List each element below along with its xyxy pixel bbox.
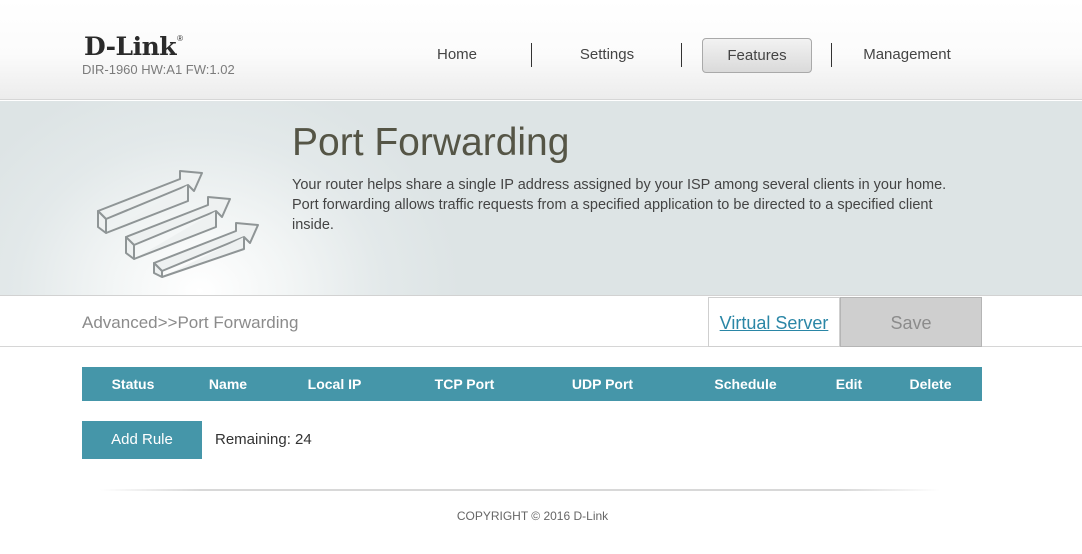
column-header-schedule: Schedule [714, 376, 777, 392]
sub-toolbar: Advanced>>Port Forwarding Virtual Server… [0, 297, 1082, 347]
port-forwarding-arrows-icon [97, 170, 259, 278]
nav-divider [681, 43, 682, 67]
nav-home[interactable]: Home [382, 38, 532, 73]
footer-divider [100, 489, 940, 491]
add-rule-button[interactable]: Add Rule [82, 421, 202, 459]
nav-features[interactable]: Features [702, 38, 812, 73]
remaining-count: Remaining: 24 [215, 431, 312, 448]
column-header-tcp-port: TCP Port [434, 376, 495, 392]
page-banner: Port Forwarding Your router helps share … [0, 101, 1082, 296]
rules-table-header: Status Name Local IP TCP Port UDP Port S… [82, 367, 982, 401]
column-header-status: Status [111, 376, 155, 392]
column-header-delete: Delete [909, 376, 952, 392]
save-button[interactable]: Save [840, 297, 982, 347]
breadcrumb: Advanced>>Port Forwarding [82, 313, 299, 332]
copyright: COPYRIGHT © 2016 D-Link [456, 509, 609, 523]
dlink-logo: D-Link® [84, 32, 183, 61]
column-header-local-ip: Local IP [307, 376, 362, 392]
nav-management[interactable]: Management [832, 38, 982, 73]
header: D-Link® DIR-1960 HW:A1 FW:1.02 Home Sett… [0, 0, 1082, 100]
column-header-name: Name [208, 376, 248, 392]
page-title: Port Forwarding [292, 121, 570, 164]
column-header-edit: Edit [835, 376, 863, 392]
column-header-udp-port: UDP Port [571, 376, 634, 392]
nav-settings[interactable]: Settings [532, 38, 682, 73]
page-description: Your router helps share a single IP addr… [292, 177, 947, 233]
device-model: DIR-1960 HW:A1 FW:1.02 [82, 62, 235, 77]
virtual-server-link[interactable]: Virtual Server [708, 297, 840, 347]
